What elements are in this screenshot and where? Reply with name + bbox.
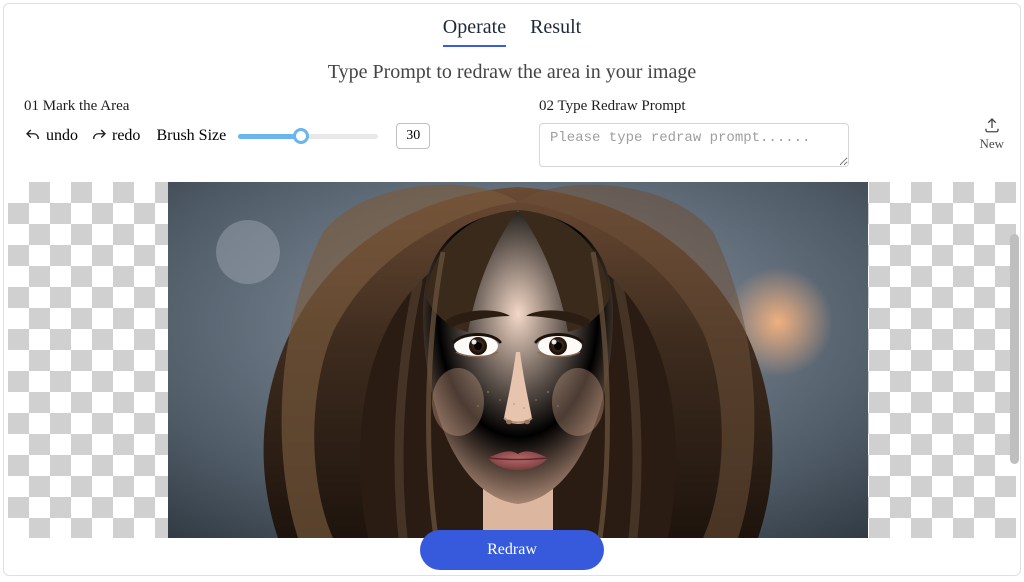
tab-bar: Operate Result xyxy=(4,4,1020,47)
image-canvas[interactable] xyxy=(8,182,1016,538)
subtitle: Type Prompt to redraw the area in your i… xyxy=(4,61,1020,84)
new-button[interactable]: New xyxy=(979,116,1004,152)
upload-icon xyxy=(983,116,1001,134)
brush-size-slider[interactable] xyxy=(238,127,378,145)
redraw-button[interactable]: Redraw xyxy=(420,530,604,570)
brush-size-label: Brush Size xyxy=(156,127,226,145)
undo-button[interactable]: undo xyxy=(24,127,78,145)
new-label: New xyxy=(979,136,1004,151)
brush-size-input[interactable] xyxy=(396,123,430,149)
section-2-label: 02 Type Redraw Prompt xyxy=(539,98,1000,115)
undo-icon xyxy=(24,127,42,145)
redo-icon xyxy=(90,127,108,145)
vertical-scrollbar[interactable] xyxy=(1010,234,1019,464)
section-1-label: 01 Mark the Area xyxy=(24,98,519,115)
canvas-image xyxy=(168,182,868,538)
redo-button[interactable]: redo xyxy=(90,127,140,145)
undo-label: undo xyxy=(46,127,78,145)
redraw-prompt-input[interactable] xyxy=(539,123,849,167)
tab-operate[interactable]: Operate xyxy=(443,16,506,47)
tab-result[interactable]: Result xyxy=(530,16,581,47)
redo-label: redo xyxy=(112,127,140,145)
